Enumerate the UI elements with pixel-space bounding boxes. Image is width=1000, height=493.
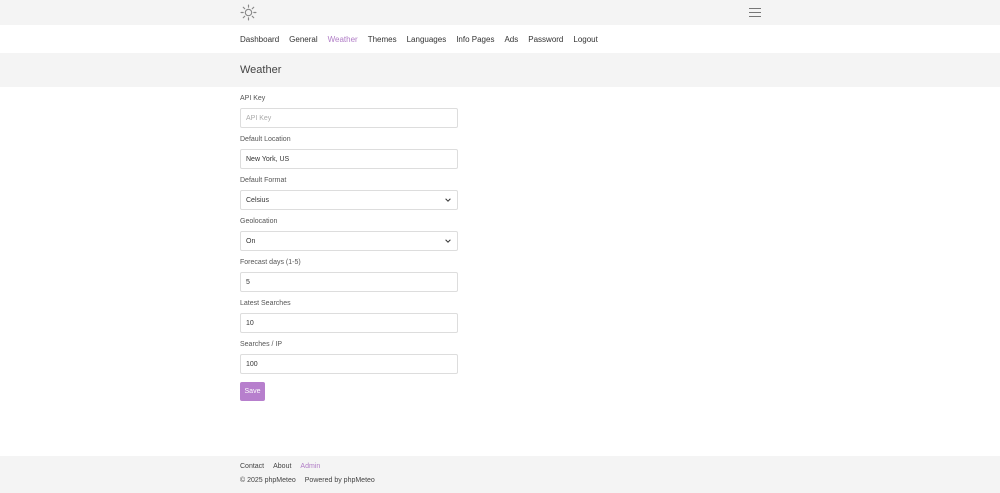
save-button[interactable]: Save bbox=[240, 382, 265, 401]
latest-searches-label: Latest Searches bbox=[240, 300, 291, 307]
footer-link-contact[interactable]: Contact bbox=[240, 463, 264, 470]
main-nav: Dashboard General Weather Themes Languag… bbox=[0, 25, 1000, 53]
top-bar bbox=[0, 0, 1000, 25]
latest-searches-input[interactable]: 10 bbox=[240, 313, 458, 333]
default-location-value: New York, US bbox=[246, 155, 290, 163]
footer-link-about[interactable]: About bbox=[273, 463, 291, 470]
geolocation-select[interactable]: On bbox=[240, 231, 458, 251]
api-key-placeholder: API Key bbox=[246, 114, 272, 122]
api-key-label: API Key bbox=[240, 95, 266, 102]
geolocation-label: Geolocation bbox=[240, 218, 278, 225]
footer: Contact About Admin © 2025 phpMeteo Powe… bbox=[0, 456, 1000, 493]
nav-item-weather[interactable]: Weather bbox=[328, 35, 358, 44]
nav-item-general[interactable]: General bbox=[289, 35, 317, 44]
searches-ip-value: 100 bbox=[246, 360, 258, 368]
footer-link-admin[interactable]: Admin bbox=[300, 463, 320, 470]
default-format-value: Celsius bbox=[246, 196, 269, 204]
hamburger-icon[interactable] bbox=[749, 8, 761, 18]
nav-item-themes[interactable]: Themes bbox=[368, 35, 397, 44]
geolocation-value: On bbox=[246, 237, 256, 245]
api-key-input[interactable]: API Key bbox=[240, 108, 458, 128]
weather-settings-form: API Key API Key Default Location New Yor… bbox=[240, 95, 458, 401]
title-bar: Weather bbox=[0, 53, 1000, 87]
forecast-days-label: Forecast days (1-5) bbox=[240, 259, 301, 266]
chevron-down-icon bbox=[445, 198, 451, 202]
searches-ip-input[interactable]: 100 bbox=[240, 354, 458, 374]
latest-searches-value: 10 bbox=[246, 319, 254, 327]
nav-item-password[interactable]: Password bbox=[528, 35, 563, 44]
forecast-days-input[interactable]: 5 bbox=[240, 272, 458, 292]
sun-icon[interactable] bbox=[240, 4, 257, 21]
default-location-label: Default Location bbox=[240, 136, 291, 143]
default-format-label: Default Format bbox=[240, 177, 287, 184]
powered-by-text: Powered by phpMeteo bbox=[304, 477, 375, 484]
copyright-text: © 2025 phpMeteo bbox=[240, 477, 296, 484]
default-location-input[interactable]: New York, US bbox=[240, 149, 458, 169]
nav-item-dashboard[interactable]: Dashboard bbox=[240, 35, 279, 44]
page-title: Weather bbox=[240, 64, 282, 76]
nav-item-info-pages[interactable]: Info Pages bbox=[456, 35, 494, 44]
nav-item-logout[interactable]: Logout bbox=[573, 35, 597, 44]
forecast-days-value: 5 bbox=[246, 278, 250, 286]
searches-ip-label: Searches / IP bbox=[240, 341, 283, 348]
nav-item-ads[interactable]: Ads bbox=[504, 35, 518, 44]
default-format-select[interactable]: Celsius bbox=[240, 190, 458, 210]
nav-item-languages[interactable]: Languages bbox=[407, 35, 447, 44]
chevron-down-icon bbox=[445, 239, 451, 243]
